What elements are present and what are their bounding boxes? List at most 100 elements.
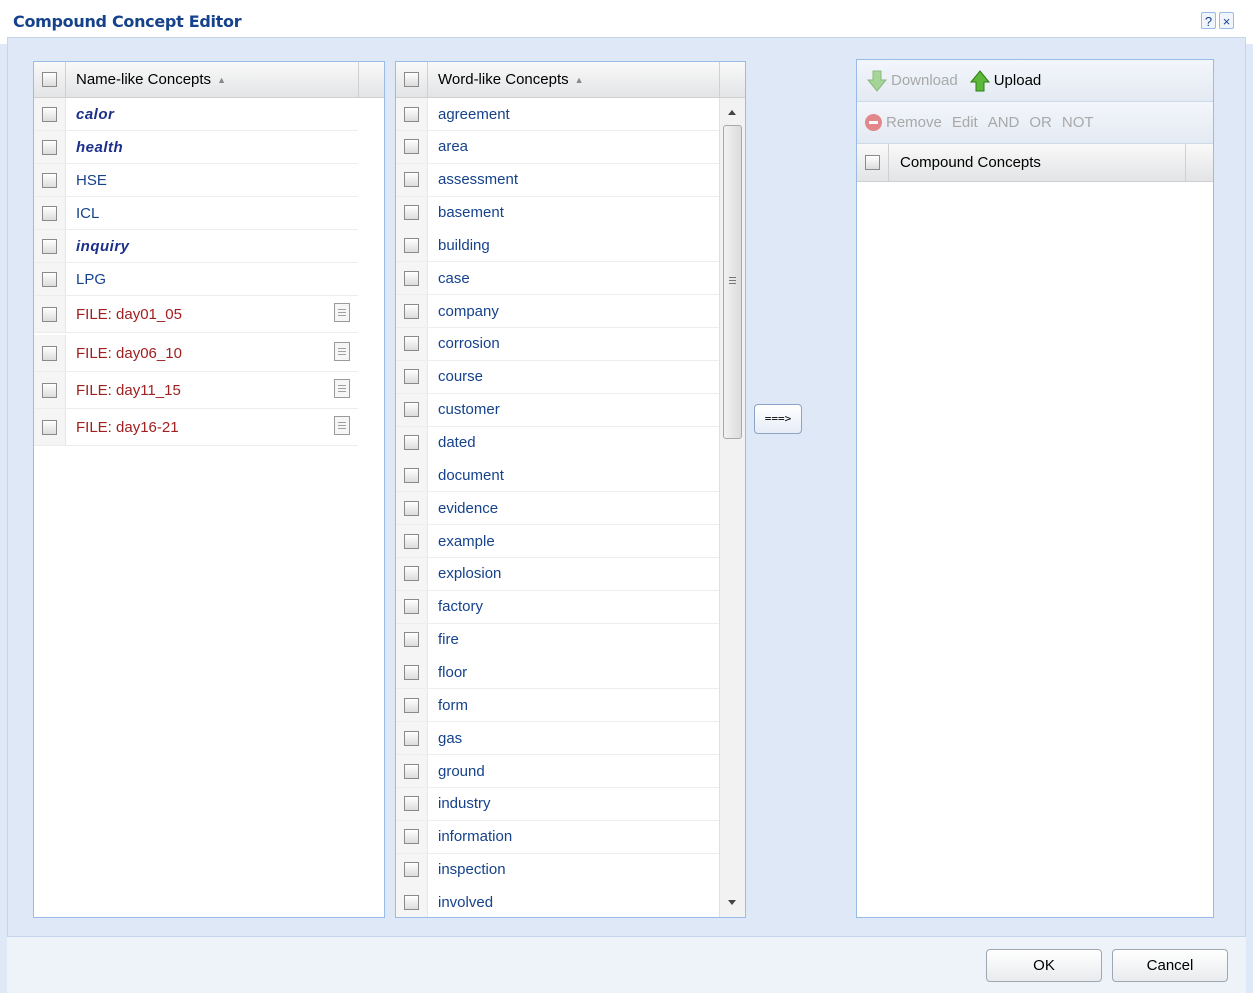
help-icon[interactable]: ? <box>1201 12 1216 29</box>
row-checkbox[interactable] <box>404 533 419 549</box>
name-concept-row[interactable]: FILE: day16-21 <box>34 409 358 446</box>
download-button[interactable]: Download <box>865 69 958 93</box>
row-checkbox[interactable] <box>404 336 419 352</box>
word-concept-row[interactable]: fire <box>396 623 719 657</box>
word-concept-row[interactable]: example <box>396 525 719 559</box>
word-concept-row[interactable]: involved <box>396 886 719 917</box>
word-concept-row[interactable]: area <box>396 130 719 164</box>
document-icon[interactable] <box>334 342 350 361</box>
row-checkbox[interactable] <box>42 238 57 254</box>
word-concept-row[interactable]: floor <box>396 656 719 690</box>
word-concept-row[interactable]: explosion <box>396 557 719 591</box>
word-concept-row[interactable]: evidence <box>396 492 719 526</box>
compound-grid-header-label[interactable]: Compound Concepts <box>889 154 1041 171</box>
word-concept-row[interactable]: industry <box>396 787 719 821</box>
ok-button[interactable]: OK <box>986 949 1102 982</box>
row-checkbox[interactable] <box>42 205 57 221</box>
word-concept-row[interactable]: case <box>396 262 719 296</box>
add-to-compound-button[interactable]: ===> <box>754 404 802 434</box>
row-checkbox[interactable] <box>404 862 419 878</box>
row-checkbox[interactable] <box>404 467 419 483</box>
word-concept-row[interactable]: corrosion <box>396 327 719 361</box>
name-concept-row[interactable]: FILE: day01_05 <box>34 296 358 333</box>
scroll-up-arrow-icon[interactable] <box>728 110 736 115</box>
word-concept-row[interactable]: customer <box>396 393 719 427</box>
row-check-cell <box>396 689 428 722</box>
word-concept-row[interactable]: company <box>396 295 719 329</box>
word-concept-row[interactable]: ground <box>396 755 719 788</box>
name-grid-header-label[interactable]: Name-like Concepts ▲ <box>66 71 226 88</box>
name-grid-select-all-checkbox[interactable] <box>42 72 57 87</box>
name-concept-row[interactable]: ICL <box>34 197 358 230</box>
row-check-cell <box>396 426 428 459</box>
or-button[interactable]: OR <box>1029 114 1052 131</box>
close-icon[interactable]: × <box>1219 12 1234 29</box>
and-button[interactable]: AND <box>988 114 1020 131</box>
word-concept-row[interactable]: form <box>396 689 719 723</box>
row-checkbox[interactable] <box>404 435 419 450</box>
row-checkbox[interactable] <box>42 139 57 155</box>
row-checkbox[interactable] <box>404 139 419 155</box>
row-checkbox[interactable] <box>404 763 419 779</box>
upload-button[interactable]: Upload <box>968 69 1041 93</box>
row-checkbox[interactable] <box>42 419 57 435</box>
scroll-down-arrow-icon[interactable] <box>728 900 736 905</box>
row-checkbox[interactable] <box>404 664 419 680</box>
name-concept-row[interactable]: HSE <box>34 164 358 197</box>
row-checkbox[interactable] <box>404 796 419 812</box>
row-checkbox[interactable] <box>404 500 419 516</box>
name-concept-row[interactable]: FILE: day11_15 <box>34 372 358 409</box>
row-checkbox[interactable] <box>42 106 57 122</box>
name-concept-row[interactable]: calor <box>34 98 358 131</box>
row-checkbox[interactable] <box>404 106 419 122</box>
row-checkbox[interactable] <box>404 566 419 582</box>
row-check-cell <box>396 229 428 262</box>
row-checkbox[interactable] <box>404 697 419 713</box>
word-grid-header-label[interactable]: Word-like Concepts ▲ <box>428 71 584 88</box>
row-checkbox[interactable] <box>404 599 419 615</box>
row-checkbox[interactable] <box>42 172 57 188</box>
row-checkbox[interactable] <box>404 172 419 188</box>
word-concept-row[interactable]: information <box>396 820 719 854</box>
row-checkbox[interactable] <box>404 270 419 286</box>
compound-grid-select-all-checkbox[interactable] <box>865 155 880 170</box>
row-checkbox[interactable] <box>42 306 57 322</box>
row-checkbox[interactable] <box>404 730 419 746</box>
word-grid-select-all-checkbox[interactable] <box>404 72 419 87</box>
row-checkbox[interactable] <box>42 382 57 398</box>
word-concept-row[interactable]: inspection <box>396 853 719 887</box>
word-concept-row[interactable]: course <box>396 360 719 394</box>
word-concept-row[interactable]: dated <box>396 426 719 460</box>
row-checkbox[interactable] <box>404 829 419 845</box>
name-concept-row[interactable]: FILE: day06_10 <box>34 335 358 372</box>
remove-button[interactable]: Remove <box>865 114 942 131</box>
document-icon[interactable] <box>334 416 350 435</box>
row-checkbox[interactable] <box>404 205 419 221</box>
row-checkbox[interactable] <box>42 271 57 287</box>
word-concept-row[interactable]: factory <box>396 590 719 624</box>
name-concept-row[interactable]: LPG <box>34 263 358 296</box>
name-concept-row[interactable]: inquiry <box>34 230 358 263</box>
not-button[interactable]: NOT <box>1062 114 1094 131</box>
row-checkbox[interactable] <box>404 402 419 418</box>
word-concept-label: ground <box>438 762 485 780</box>
row-checkbox[interactable] <box>404 894 419 910</box>
word-grid-scrollbar[interactable] <box>719 98 745 917</box>
edit-button[interactable]: Edit <box>952 114 978 131</box>
row-checkbox[interactable] <box>404 237 419 253</box>
word-concept-row[interactable]: gas <box>396 722 719 756</box>
scroll-thumb[interactable] <box>723 125 742 439</box>
word-concept-row[interactable]: basement <box>396 196 719 230</box>
word-concept-row[interactable]: building <box>396 229 719 263</box>
row-checkbox[interactable] <box>404 632 419 648</box>
row-checkbox[interactable] <box>42 345 57 361</box>
name-concept-row[interactable]: health <box>34 131 358 164</box>
row-checkbox[interactable] <box>404 303 419 319</box>
word-concept-row[interactable]: assessment <box>396 163 719 197</box>
document-icon[interactable] <box>334 379 350 398</box>
cancel-button[interactable]: Cancel <box>1112 949 1228 982</box>
document-icon[interactable] <box>334 303 350 322</box>
word-concept-row[interactable]: agreement <box>396 98 719 131</box>
word-concept-row[interactable]: document <box>396 459 719 493</box>
row-checkbox[interactable] <box>404 369 419 385</box>
